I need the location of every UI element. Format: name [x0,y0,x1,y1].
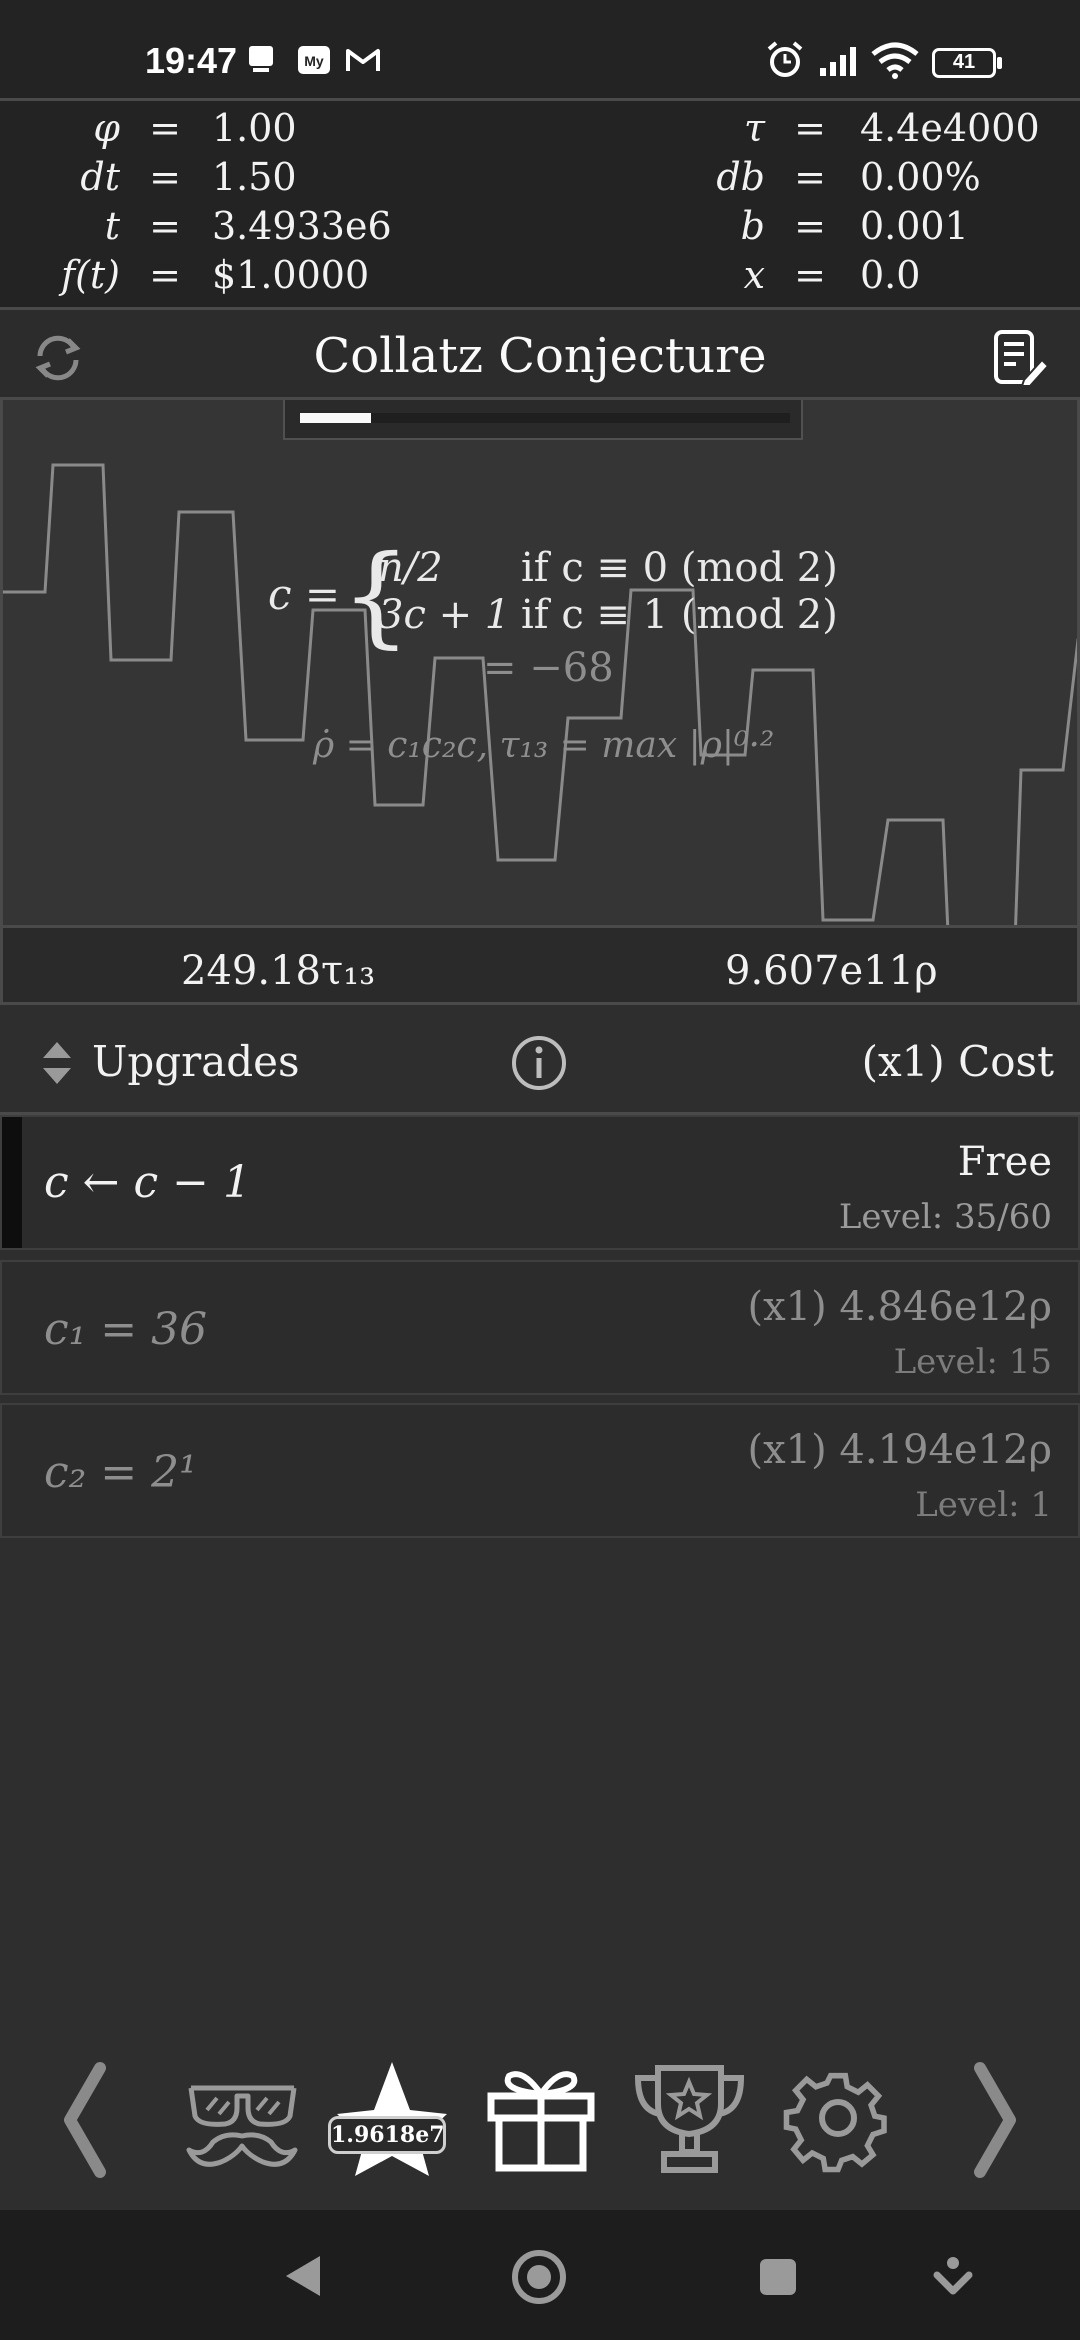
achievements-trophy-icon[interactable] [632,2060,747,2176]
rate-formula: ρ̇ = c₁c₂c, τ₁₃ = max |ρ|⁰·² [313,725,775,766]
buy-multiplier-cost[interactable]: (x1) Cost [862,1037,1054,1086]
sort-arrows-icon[interactable] [40,1038,74,1088]
formula-case2-cond: if c ≡ 1 (mod 2) [521,592,838,638]
progress-track [300,413,790,423]
rho-currency: 9.607e11ρ [725,948,938,994]
formula-lhs: c = [268,570,341,619]
formula-case1-expr: n/2 [378,545,443,591]
upgrade-row-c[interactable]: c ← c − 1 Free Level: 35/60 [0,1115,1080,1250]
chevron-right-icon[interactable] [965,2060,1025,2180]
notes-icon[interactable] [990,328,1050,388]
gmail-icon [346,49,380,71]
star-count: 1.9618e7 [331,2122,445,2148]
students-icon[interactable] [185,2070,300,2170]
stat-tau-value: 4.4e4000 [860,106,1040,150]
stat-equals: = [149,106,181,150]
tau-currency: 249.18τ₁₃ [181,948,376,994]
upgrade-name: c₁ = 36 [44,1304,208,1355]
stat-tau-symbol: τ [743,106,765,150]
battery-icon: 41 [932,48,996,78]
stats-panel: φ = 1.00 dt = 1.50 t = 3.4933e6 f(t) = $… [0,98,1080,310]
upgrade-row-c2[interactable]: c₂ = 2¹ (x1) 4.194e12ρ Level: 1 [0,1403,1080,1538]
svg-text:My: My [304,53,324,69]
upgrade-name: c₂ = 2¹ [44,1447,197,1498]
stat-equals: = [794,155,826,199]
stat-db-value: 0.00% [860,155,981,199]
graph-area: c = { n/2 if c ≡ 0 (mod 2) 3c + 1 if c ≡… [0,400,1080,925]
upgrades-label: Upgrades [92,1037,300,1086]
stat-equals: = [149,253,181,297]
stat-equals: = [794,106,826,150]
upgrade-level: Level: 1 [915,1485,1052,1525]
currency-bar: 249.18τ₁₃ 9.607e11ρ [0,925,1080,1005]
info-icon[interactable] [510,1034,568,1092]
chevron-left-icon[interactable] [55,2060,115,2180]
progress-fill [300,413,372,423]
stat-b-value: 0.001 [860,204,969,248]
upgrade-level: Level: 35/60 [838,1197,1052,1237]
upgrade-active-marker [2,1117,22,1248]
stat-db-symbol: db [716,155,765,199]
stat-phi-symbol: φ [93,106,120,150]
status-time: 19:47 [145,40,238,81]
stat-equals: = [794,253,826,297]
upgrade-cost: (x1) 4.194e12ρ [747,1427,1052,1473]
alarm-icon [767,41,803,77]
back-icon[interactable] [280,2252,324,2300]
stat-dt-value: 1.50 [212,155,297,199]
stat-dt-symbol: dt [80,155,120,199]
stat-equals: = [794,204,826,248]
settings-gear-icon[interactable] [782,2062,894,2174]
stat-b-symbol: b [740,204,765,248]
stat-t-symbol: t [104,204,120,248]
notification-icon [249,46,273,72]
formula-case1-cond: if c ≡ 0 (mod 2) [521,545,838,591]
stat-ft-value: $1.0000 [212,253,370,297]
system-nav-bar [0,2210,1080,2340]
bottom-nav: 1.9618e7 [0,2040,1080,2210]
battery-level: 41 [952,51,976,73]
home-icon[interactable] [510,2248,568,2306]
status-bar: 19:47 My 41 [0,0,1080,98]
star-count-badge: 1.9618e7 [328,2116,446,2154]
stat-x-value: 0.0 [860,253,921,297]
current-c-value: = −68 [483,645,614,691]
stat-phi-value: 1.00 [212,106,297,150]
stat-ft-symbol: f(t) [61,253,120,297]
formula-case2-expr: 3c + 1 [378,592,511,638]
myjio-app-icon: My [298,46,330,74]
stat-t-value: 3.4933e6 [212,204,392,248]
stat-equals: = [149,204,181,248]
signal-icon [820,47,856,76]
stat-equals: = [149,155,181,199]
upgrade-row-c1[interactable]: c₁ = 36 (x1) 4.846e12ρ Level: 15 [0,1260,1080,1395]
keyboard-hide-icon[interactable] [933,2255,973,2299]
progress-bar [283,400,803,440]
upgrades-header: Upgrades (x1) Cost [0,1010,1080,1115]
stat-x-symbol: x [743,253,765,297]
wifi-icon [871,42,919,79]
theory-title: Collatz Conjecture [313,328,767,384]
theory-title-bar: Collatz Conjecture [0,310,1080,400]
recents-icon[interactable] [756,2255,800,2299]
gift-icon[interactable] [485,2062,597,2174]
collatz-graph-line [3,463,1077,925]
upgrade-level: Level: 15 [893,1342,1052,1382]
upgrade-cost: (x1) 4.846e12ρ [747,1284,1052,1330]
upgrade-name: c ← c − 1 [44,1157,251,1208]
battery-tip [997,57,1002,69]
upgrade-cost: Free [957,1139,1052,1185]
